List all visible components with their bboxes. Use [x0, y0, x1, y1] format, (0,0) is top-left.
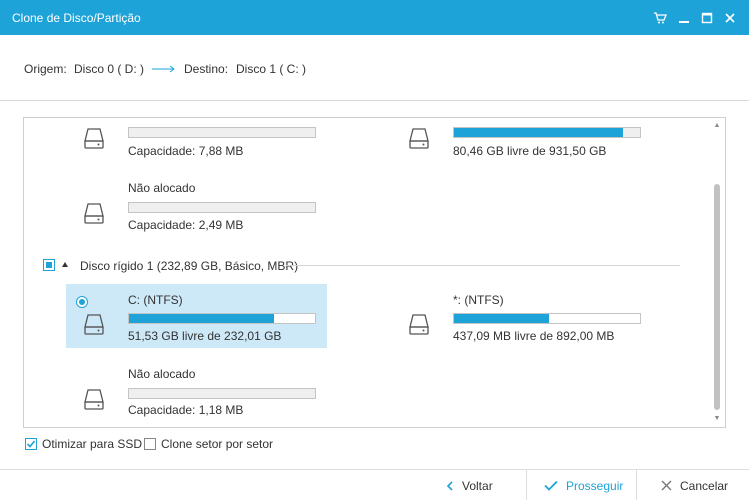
close-icon[interactable] [722, 10, 738, 26]
partition-usage-bar [453, 313, 641, 324]
optimize-ssd-label: Otimizar para SSD [42, 437, 143, 451]
destination-label: Destino: [184, 62, 229, 76]
next-label: Prosseguir [566, 478, 624, 493]
disk-select-checkbox[interactable] [43, 259, 55, 271]
vertical-scrollbar[interactable]: ▲ ▼ [709, 118, 725, 427]
cancel-button[interactable]: Cancelar [661, 470, 728, 500]
partition-usage-bar [128, 127, 316, 138]
disk-icon [409, 128, 429, 149]
optimize-ssd-checkbox[interactable] [25, 438, 37, 450]
source-label: Origem: [24, 62, 67, 76]
partition-name: Não alocado [128, 181, 196, 195]
disk-icon [84, 389, 104, 410]
source-value: Disco 0 ( D: ) [74, 62, 145, 76]
cart-icon[interactable] [652, 10, 668, 26]
next-button[interactable]: Prosseguir [544, 470, 623, 500]
collapse-caret-icon[interactable] [62, 262, 68, 267]
partition-name: C: (NTFS) [128, 293, 183, 307]
footer-bar: Voltar Prosseguir Cancelar [0, 469, 749, 500]
arrow-right-icon [152, 65, 175, 73]
optimize-ssd-option[interactable]: Otimizar para SSD [25, 437, 142, 451]
disk-map-panel: Capacidade: 7,88 MB 80,46 GB livre de 93… [23, 117, 726, 428]
checkmark-icon [544, 480, 558, 491]
partition-usage-bar [128, 388, 316, 399]
disk-icon [84, 314, 104, 335]
title-bar: Clone de Disco/Partição [0, 0, 749, 35]
disk-icon [84, 128, 104, 149]
chevron-left-icon [446, 480, 453, 491]
partition-capacity: Capacidade: 2,49 MB [128, 218, 244, 232]
scroll-down-icon[interactable]: ▼ [712, 414, 722, 424]
partition-free-space: 437,09 MB livre de 892,00 MB [453, 329, 615, 343]
partition-usage-bar [453, 127, 641, 138]
destination-value: Disco 1 ( C: ) [236, 62, 307, 76]
partition-usage-bar [128, 202, 316, 213]
disk-header: Disco rígido 1 (232,89 GB, Básico, MBR) [80, 259, 299, 273]
group-divider [286, 265, 680, 266]
partition-free-space: 80,46 GB livre de 931,50 GB [453, 144, 607, 158]
partition-radio[interactable] [76, 296, 88, 308]
close-icon [661, 480, 672, 491]
sector-clone-checkbox[interactable] [144, 438, 156, 450]
checkmark-icon [26, 440, 36, 448]
footer-divider [636, 470, 637, 500]
partition-capacity: Capacidade: 1,18 MB [128, 403, 244, 417]
partition-capacity: Capacidade: 7,88 MB [128, 144, 244, 158]
sector-clone-label: Clone setor por setor [161, 437, 274, 451]
partition-name: *: (NTFS) [453, 293, 504, 307]
back-label: Voltar [462, 478, 493, 493]
maximize-icon[interactable] [699, 10, 715, 26]
clone-path-bar: Origem: Disco 0 ( D: ) Destino: Disco 1 … [0, 35, 749, 101]
minimize-icon[interactable] [676, 10, 692, 26]
partition-name: Não alocado [128, 367, 196, 381]
partition-free-space: 51,53 GB livre de 232,01 GB [128, 329, 282, 343]
window-title: Clone de Disco/Partição [12, 11, 141, 25]
disk-icon [84, 203, 104, 224]
back-button[interactable]: Voltar [446, 470, 493, 500]
sector-clone-option[interactable]: Clone setor por setor [144, 437, 273, 451]
cancel-label: Cancelar [680, 478, 729, 493]
partition-usage-bar [128, 313, 316, 324]
scroll-up-icon[interactable]: ▲ [712, 121, 722, 131]
scroll-thumb[interactable] [714, 184, 720, 410]
disk-icon [409, 314, 429, 335]
footer-divider [526, 470, 527, 500]
